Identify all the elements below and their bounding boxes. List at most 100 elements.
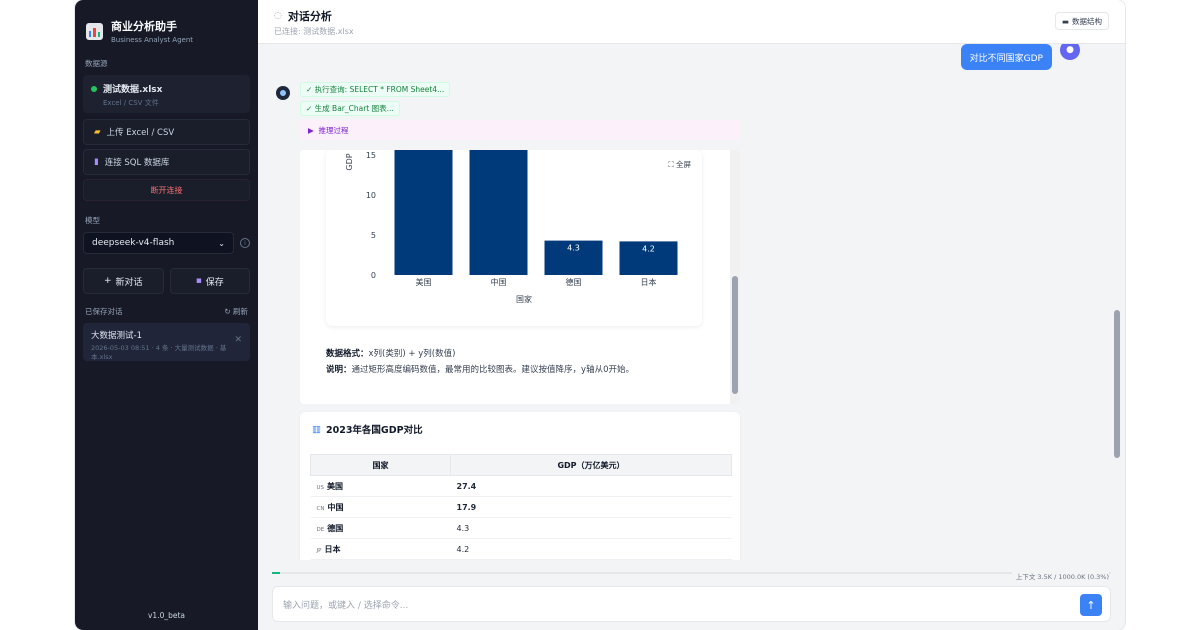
database-icon: ▬ xyxy=(1061,16,1069,26)
country-code: JP xyxy=(316,547,322,554)
gdp-table: 国家 GDP（万亿美元） US 美国 27.4 CN 中国 17.9 DE 德国… xyxy=(310,454,732,560)
upload-button[interactable]: ▰ 上传 Excel / CSV xyxy=(83,119,250,145)
arrow-up-icon: ↑ xyxy=(1086,598,1096,612)
user-avatar-icon: ● xyxy=(1060,44,1080,60)
gdp-value: 27.4 xyxy=(450,475,732,497)
save-button[interactable]: ▪ 保存 xyxy=(169,268,250,294)
y-tick-label: 5 xyxy=(371,231,376,240)
chat-area[interactable]: 对比不同国家GDP ● ✓ 执行查询: SELECT * FROM Sheet4… xyxy=(258,44,1108,560)
refresh-icon: ↻ xyxy=(224,307,233,316)
new-chat-label: 新对话 xyxy=(115,277,143,288)
user-message: 对比不同国家GDP xyxy=(960,44,1052,70)
gdp-value: 4.2 xyxy=(450,538,732,560)
data-structure-label: 数据结构 xyxy=(1072,16,1102,26)
x-tick-label: 中国 xyxy=(491,277,507,287)
gdp-value: 4.3 xyxy=(450,517,732,539)
step-chart-text: 生成 Bar_Chart 图表... xyxy=(314,104,394,113)
bar-chart-card: 0 5 10 15 美国 中国 4.3 德国 4.2 日本 国家 GDP ⛶ 全屏 xyxy=(326,150,702,326)
main-panel: ◌ 对话分析 已连接: 测试数据.xlsx ▬ 数据结构 对比不同国家GDP ●… xyxy=(258,0,1125,630)
saved-chat-meta: 2026-05-03 08:51 · 4 条 · 大量测试数据 · 基本.xls… xyxy=(91,344,227,361)
country-code: CN xyxy=(316,505,325,512)
bar-chart: 0 5 10 15 美国 中国 4.3 德国 4.2 日本国家 GDP xyxy=(345,150,678,304)
reasoning-toggle[interactable]: ▶ 推理过程 xyxy=(300,120,740,140)
model-label: 模型 xyxy=(85,216,100,225)
country-name: 美国 xyxy=(327,481,344,491)
bar-data-label: 4.2 xyxy=(642,244,655,253)
bot-avatar-icon xyxy=(276,86,290,100)
chart-logo-icon xyxy=(86,22,103,40)
model-select[interactable]: deepseek-v4-flash ⌄ xyxy=(83,232,234,254)
context-usage-bar xyxy=(272,572,1111,574)
data-source-card[interactable]: 测试数据.xlsx Excel / CSV 文件 xyxy=(83,75,250,113)
saved-chat-title: 大数据测试-1 xyxy=(91,331,142,341)
refresh-button[interactable]: ↻ 刷新 xyxy=(224,306,248,317)
disconnect-button[interactable]: 断开连接 xyxy=(83,179,250,201)
save-label: 保存 xyxy=(205,277,224,288)
bar-data-label: 4.3 xyxy=(567,244,580,253)
chat-input[interactable]: 输入问题，或键入 / 选择命令... ↑ xyxy=(272,586,1111,622)
table-title: 2023年各国GDP对比 xyxy=(325,425,423,436)
data-source-name: 测试数据.xlsx xyxy=(103,85,163,95)
country-name: 日本 xyxy=(324,544,341,554)
brand-title: 商业分析助手 xyxy=(111,20,177,33)
main-scroll-thumb[interactable] xyxy=(1114,310,1120,458)
table-header: 国家 xyxy=(310,454,451,476)
saved-chats-label: 已保存对话 xyxy=(85,307,123,316)
chart-scrollbar[interactable] xyxy=(730,150,740,404)
bar xyxy=(469,150,528,275)
data-source-label: 数据源 xyxy=(85,59,108,68)
x-tick-label: 美国 xyxy=(416,277,432,287)
main-scrollbar[interactable] xyxy=(1113,44,1121,560)
table-row: JP 日本 4.2 xyxy=(310,538,732,560)
close-icon[interactable]: ✕ xyxy=(234,335,242,345)
chevron-down-icon: ⌄ xyxy=(218,238,225,248)
refresh-label: 刷新 xyxy=(233,307,248,316)
version-label: v1.0_beta xyxy=(147,611,186,620)
country-name: 中国 xyxy=(327,502,344,512)
reasoning-label: 推理过程 xyxy=(318,125,349,135)
y-tick-label: 10 xyxy=(366,191,376,200)
table-message: ▥ 2023年各国GDP对比 国家 GDP（万亿美元） US 美国 27.4 C… xyxy=(300,412,740,560)
desc-text: 通过矩形高度编码数值，最常用的比较图表。建议按值降序，y轴从0开始。 xyxy=(351,365,634,375)
step-chart: ✓ 生成 Bar_Chart 图表... xyxy=(300,101,400,116)
context-usage-label: 上下文 3.5K / 1000.0K (0.3%) xyxy=(1011,571,1109,581)
database-icon: ▮ xyxy=(94,157,99,167)
folder-icon: ▰ xyxy=(94,127,101,137)
send-button[interactable]: ↑ xyxy=(1080,594,1102,616)
connected-status-icon xyxy=(91,85,97,92)
x-axis-label: 国家 xyxy=(516,294,532,304)
plus-icon: + xyxy=(103,276,112,286)
connection-status: 已连接: 测试数据.xlsx xyxy=(274,27,354,36)
brand-subtitle: Business Analyst Agent xyxy=(111,36,194,44)
table-row: CN 中国 17.9 xyxy=(310,496,732,518)
chat-bubble-icon: ◌ xyxy=(274,11,282,21)
country-name: 德国 xyxy=(327,523,344,533)
brand: 商业分析助手 Business Analyst Agent xyxy=(83,0,250,50)
connect-sql-label: 连接 SQL 数据库 xyxy=(104,158,170,168)
connect-sql-button[interactable]: ▮ 连接 SQL 数据库 xyxy=(83,149,250,175)
model-value: deepseek-v4-flash xyxy=(92,238,175,248)
country-code: US xyxy=(316,484,325,491)
step-query: ✓ 执行查询: SELECT * FROM Sheet4... xyxy=(300,82,451,97)
context-usage-fill xyxy=(272,572,280,574)
sidebar: 商业分析助手 Business Analyst Agent 数据源 测试数据.x… xyxy=(75,0,258,630)
upload-label: 上传 Excel / CSV xyxy=(106,128,175,138)
info-icon[interactable]: i xyxy=(240,238,250,248)
input-placeholder: 输入问题，或键入 / 选择命令... xyxy=(283,600,409,611)
table-row: US 美国 27.4 xyxy=(310,475,732,497)
chart-scroll-thumb[interactable] xyxy=(732,276,738,394)
chart-description: 数据格式：x列(类别) + y列(数值) 说明：通过矩形高度编码数值，最常用的比… xyxy=(326,349,634,375)
app-window: 商业分析助手 Business Analyst Agent 数据源 测试数据.x… xyxy=(75,0,1125,630)
y-tick-label: 15 xyxy=(366,151,376,160)
topbar: ◌ 对话分析 已连接: 测试数据.xlsx ▬ 数据结构 xyxy=(258,0,1125,44)
new-chat-button[interactable]: + 新对话 xyxy=(83,268,164,294)
table-header: GDP（万亿美元） xyxy=(450,454,732,476)
data-structure-button[interactable]: ▬ 数据结构 xyxy=(1054,12,1109,30)
x-tick-label: 日本 xyxy=(641,277,657,287)
step-query-text: 执行查询: SELECT * FROM Sheet4... xyxy=(314,85,445,94)
fullscreen-button[interactable]: ⛶ 全屏 xyxy=(665,158,694,171)
saved-chat-item[interactable]: 大数据测试-1 2026-05-03 08:51 · 4 条 · 大量测试数据 … xyxy=(83,323,250,361)
x-tick-label: 德国 xyxy=(566,277,582,287)
country-code: DE xyxy=(316,526,325,533)
table-row: DE 德国 4.3 xyxy=(310,517,732,539)
